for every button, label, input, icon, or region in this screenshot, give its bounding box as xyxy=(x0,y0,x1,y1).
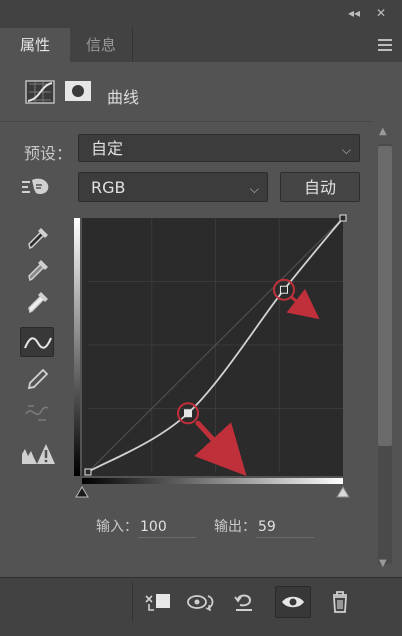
eyedropper-black-icon[interactable] xyxy=(20,222,54,252)
panel-footer xyxy=(0,577,402,636)
white-point-slider[interactable] xyxy=(336,486,350,498)
properties-panel: ◂◂ ✕ 属性 信息 曲线 预设： 自定 ⌵ RGB ⌵ 自动 输入： 100 … xyxy=(0,0,402,636)
close-icon[interactable]: ✕ xyxy=(376,6,386,20)
output-label: 输出： xyxy=(214,519,256,535)
visibility-eye-icon[interactable] xyxy=(275,586,311,618)
scroll-thumb[interactable] xyxy=(378,146,392,446)
divider xyxy=(0,121,372,122)
channel-value: RGB xyxy=(91,178,126,197)
input-label: 输入： xyxy=(96,519,138,535)
auto-button[interactable]: 自动 xyxy=(280,172,360,202)
curve-control-point[interactable] xyxy=(84,468,92,476)
pencil-draw-icon[interactable] xyxy=(20,364,54,394)
curve-edit-icon[interactable] xyxy=(20,327,54,357)
eyedropper-gray-icon[interactable] xyxy=(20,254,54,284)
output-gradient-bar xyxy=(74,218,80,476)
panel-menu-icon[interactable] xyxy=(378,39,392,54)
output-value[interactable]: 59 xyxy=(256,519,314,538)
tab-info[interactable]: 信息 xyxy=(70,28,133,62)
reset-icon[interactable] xyxy=(226,586,262,618)
curves-graph[interactable] xyxy=(70,210,362,512)
view-previous-state-icon[interactable] xyxy=(182,586,218,618)
curve-control-point[interactable] xyxy=(280,285,288,294)
panel-title: 曲线 xyxy=(107,88,140,107)
scroll-up-icon[interactable]: ▲ xyxy=(379,126,387,137)
target-adjustment-icon[interactable] xyxy=(20,176,52,202)
curves-adjustment-icon[interactable] xyxy=(25,80,55,108)
preset-dropdown[interactable]: 自定 ⌵ xyxy=(78,134,360,162)
layer-mask-icon[interactable] xyxy=(64,80,92,106)
output-field[interactable]: 输出： 59 xyxy=(214,516,314,538)
smooth-curve-icon[interactable] xyxy=(20,398,54,428)
curve-control-point[interactable] xyxy=(339,214,347,222)
curve-control-point[interactable] xyxy=(184,409,192,418)
preset-label: 预设： xyxy=(24,144,73,163)
input-gradient-bar xyxy=(82,478,343,484)
delete-icon[interactable] xyxy=(322,586,358,618)
divider xyxy=(132,582,133,622)
clipping-warning-icon[interactable] xyxy=(20,440,55,470)
chevron-down-icon: ⌵ xyxy=(341,143,351,157)
collapse-icon[interactable]: ◂◂ xyxy=(348,6,360,20)
tab-properties[interactable]: 属性 xyxy=(0,28,70,62)
panel-title-bar: ◂◂ ✕ xyxy=(0,0,402,29)
eyedropper-white-icon[interactable] xyxy=(20,286,54,316)
panel-tabs: 属性 信息 xyxy=(0,28,402,62)
input-value[interactable]: 100 xyxy=(138,519,196,538)
input-field[interactable]: 输入： 100 xyxy=(96,516,196,538)
chevron-down-icon: ⌵ xyxy=(249,182,259,196)
adjustment-header: 曲线 xyxy=(0,62,372,120)
scrollbar[interactable]: ▲ ▼ xyxy=(372,122,402,577)
black-point-slider[interactable] xyxy=(75,486,89,498)
channel-dropdown[interactable]: RGB ⌵ xyxy=(78,172,268,202)
scroll-down-icon[interactable]: ▼ xyxy=(379,558,387,569)
preset-value: 自定 xyxy=(91,139,124,158)
clip-to-layer-icon[interactable] xyxy=(140,586,176,618)
